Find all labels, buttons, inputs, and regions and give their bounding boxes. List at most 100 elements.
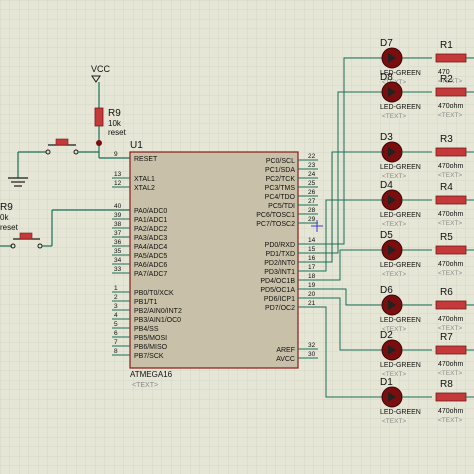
led-text-placeholder: <TEXT> xyxy=(382,173,406,180)
mcu-pin-name: PD7/OC2 xyxy=(265,305,295,312)
resistor-value: 470ohm xyxy=(438,211,463,218)
mcu-pin-number: 37 xyxy=(114,230,122,237)
schematic-canvas[interactable]: VCC R9 10k reset R9 0k reset U1 9RESET13… xyxy=(0,0,474,474)
led-part: LED-GREEN xyxy=(380,104,421,111)
mcu-pin-number: 2 xyxy=(114,294,118,301)
mcu-pin-number: 15 xyxy=(308,246,316,253)
mcu-pin-number: 20 xyxy=(308,291,316,298)
mcu-pin-number: 1 xyxy=(114,285,118,292)
resistor-text-placeholder: <TEXT> xyxy=(438,172,462,179)
mcu-pin-number: 9 xyxy=(114,151,118,158)
vcc-label: VCC xyxy=(91,64,111,74)
mcu-pin-number: 27 xyxy=(308,198,316,205)
mcu-pin-name: AREF xyxy=(276,347,295,354)
mcu-pin-number: 30 xyxy=(308,351,316,358)
led-part: LED-GREEN xyxy=(380,409,421,416)
mcu-pin-number: 14 xyxy=(308,237,316,244)
resistor-icon xyxy=(435,245,467,255)
mcu-part: ATMEGA16 xyxy=(130,370,173,379)
resistor-icon xyxy=(435,147,467,157)
left-resistor-name: R9 xyxy=(0,202,13,213)
mcu-pin-number: 5 xyxy=(114,321,118,328)
mcu-pin-number: 7 xyxy=(114,339,118,346)
mcu-pin-name: PB4/SS xyxy=(134,326,159,333)
resistor-icon xyxy=(435,300,467,310)
mcu-pin-number: 33 xyxy=(114,266,122,273)
mcu-pin-number: 4 xyxy=(114,312,118,319)
resistor-value: 470ohm xyxy=(438,361,463,368)
mcu-pin-name: PA3/ADC3 xyxy=(134,235,167,242)
mcu-pin-number: 25 xyxy=(308,180,316,187)
mcu-pin-name: PC2/TCK xyxy=(265,176,295,183)
resistor-ref: R4 xyxy=(440,182,453,193)
mcu-pin-name: XTAL1 xyxy=(134,176,155,183)
mcu-text-placeholder: <TEXT> xyxy=(132,382,158,389)
led-ref: D8 xyxy=(380,72,393,83)
mcu-pin-name: PB7/SCK xyxy=(134,353,164,360)
resistor-ref: R2 xyxy=(440,74,453,85)
resistor-icon xyxy=(435,345,467,355)
reset-resistor-net: reset xyxy=(108,128,127,137)
mcu-pin-name: PC6/TOSC1 xyxy=(256,212,295,219)
resistor-value: 470ohm xyxy=(438,163,463,170)
mcu-pin-number: 24 xyxy=(308,171,316,178)
reset-resistor-name: R9 xyxy=(108,108,121,119)
led-ref: D7 xyxy=(380,38,393,49)
reset-resistor-value: 10k xyxy=(108,119,122,128)
resistor-value: 470ohm xyxy=(438,103,463,110)
led-part: LED-GREEN xyxy=(380,164,421,171)
resistor-text-placeholder: <TEXT> xyxy=(438,370,462,377)
mcu-pin-number: 23 xyxy=(308,162,316,169)
mcu-pin-name: PB1/T1 xyxy=(134,299,157,306)
mcu-pin-name: PA0/ADC0 xyxy=(134,208,167,215)
mcu-pin-name: PB3/AIN1/OC0 xyxy=(134,317,181,324)
mcu-pin-number: 35 xyxy=(114,248,122,255)
resistor-icon xyxy=(435,87,467,97)
mcu-pin-name: PC1/SDA xyxy=(265,167,295,174)
mcu-pin-name: PC0/SCL xyxy=(266,158,295,165)
mcu-pin-number: 26 xyxy=(308,189,316,196)
led-ref: D3 xyxy=(380,132,393,143)
resistor-icon xyxy=(435,195,467,205)
mcu-pin-number: 21 xyxy=(308,300,316,307)
reset-junction-dot xyxy=(96,140,102,146)
led-ref: D1 xyxy=(380,377,393,388)
mcu-pin-number: 8 xyxy=(114,348,118,355)
mcu-pin-name: PA4/ADC4 xyxy=(134,244,167,251)
led-ref: D5 xyxy=(380,230,393,241)
mcu-pin-number: 12 xyxy=(114,180,122,187)
mcu-pin-name: PD0/RXD xyxy=(265,242,295,249)
mcu-pin-name: PB5/MOSI xyxy=(134,335,167,342)
mcu-pin-name: PC3/TMS xyxy=(265,185,296,192)
mcu-pin-number: 18 xyxy=(308,273,316,280)
mcu-pin-name: PD3/INT1 xyxy=(264,269,295,276)
resistor-ref: R1 xyxy=(440,40,453,51)
mcu-pin-number: 36 xyxy=(114,239,122,246)
resistor-ref: R3 xyxy=(440,134,453,145)
led-ref: D2 xyxy=(380,330,393,341)
mcu-pin-name: PA1/ADC1 xyxy=(134,217,167,224)
resistor-ref: R5 xyxy=(440,232,453,243)
mcu-pin-name: PA6/ADC6 xyxy=(134,262,167,269)
mcu-pin-name: PD5/OC1A xyxy=(260,287,295,294)
led-text-placeholder: <TEXT> xyxy=(382,418,406,425)
mcu-pin-number: 3 xyxy=(114,303,118,310)
mcu-pin-name: PA2/ADC2 xyxy=(134,226,167,233)
mcu-pin-name: XTAL2 xyxy=(134,185,155,192)
resistor-text-placeholder: <TEXT> xyxy=(438,112,462,119)
mcu-pin-number: 17 xyxy=(308,264,316,271)
mcu-pin-number: 19 xyxy=(308,282,316,289)
led-text-placeholder: <TEXT> xyxy=(382,271,406,278)
resistor-value: 470ohm xyxy=(438,316,463,323)
left-resistor-value: 0k xyxy=(0,213,9,222)
mcu-pin-name: PD6/ICP1 xyxy=(264,296,295,303)
resistor-ref: R6 xyxy=(440,287,453,298)
mcu-pin-name: PB0/T0/XCK xyxy=(134,290,174,297)
resistor-icon xyxy=(435,392,467,402)
resistor-ref: R7 xyxy=(440,332,453,343)
mcu-pin-number: 6 xyxy=(114,330,118,337)
mcu-pin-name: PC5/TDI xyxy=(268,203,295,210)
mcu-pin-name: PA5/ADC5 xyxy=(134,253,167,260)
mcu-pin-number: 34 xyxy=(114,257,122,264)
mcu-atmega16[interactable]: U1 9RESET13XTAL112XTAL240PA0/ADC039PA1/A… xyxy=(112,140,318,389)
